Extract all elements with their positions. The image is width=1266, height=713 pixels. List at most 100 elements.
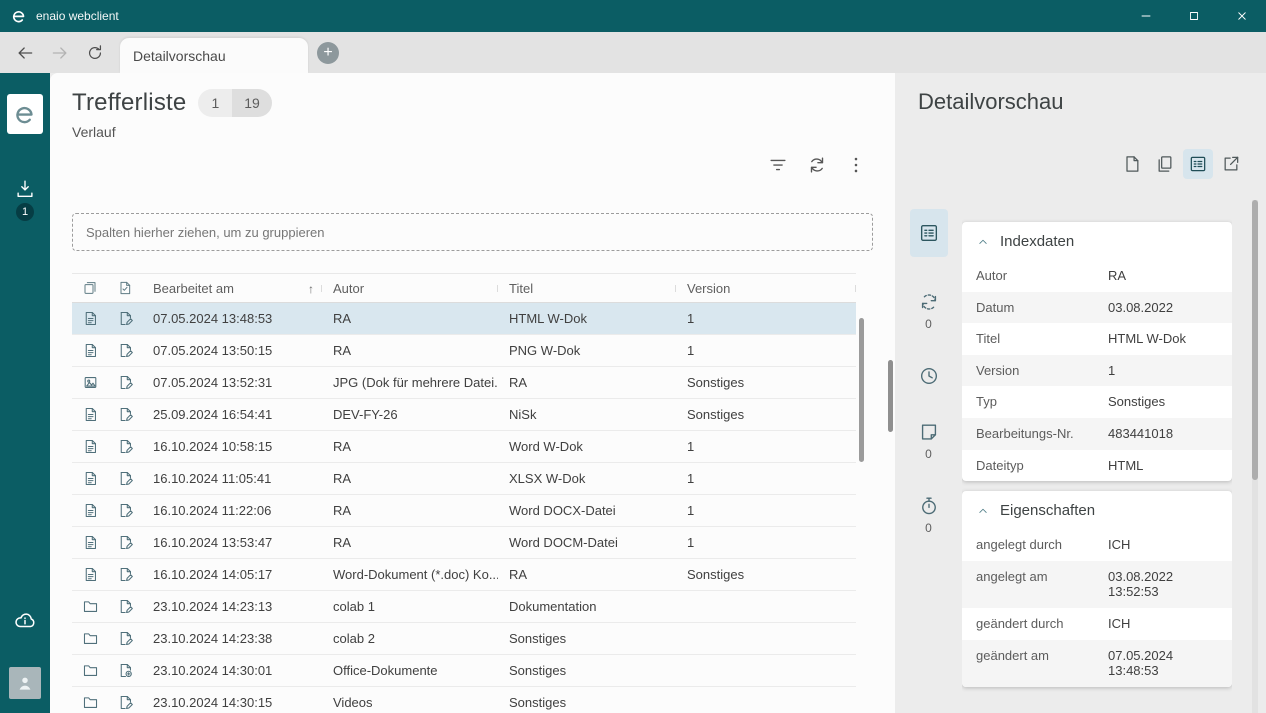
history-icon: [918, 365, 940, 387]
table-scrollbar[interactable]: [859, 318, 864, 462]
column-header-version[interactable]: Version: [676, 281, 856, 296]
minimize-button[interactable]: [1122, 0, 1170, 32]
state-column-icon: [117, 280, 133, 296]
count-current: 1: [198, 89, 232, 117]
preview-tab-page[interactable]: [1117, 149, 1147, 179]
close-icon: [1236, 10, 1248, 22]
more-options-button[interactable]: [845, 154, 867, 176]
strip-item-references[interactable]: 0: [918, 291, 940, 331]
cell-bearbeitet-am: 16.10.2024 14:05:17: [142, 567, 322, 582]
table-row[interactable]: 16.10.2024 14:05:17Word-Dokument (*.doc)…: [72, 559, 856, 591]
property-value: ICH: [1108, 537, 1218, 553]
table-row[interactable]: 07.05.2024 13:48:53RAHTML W-Dok1: [72, 303, 856, 335]
preview-tab-open-external[interactable]: [1216, 149, 1246, 179]
state-column-header[interactable]: [108, 280, 142, 296]
table-header: Bearbeitet am↑ Autor Titel Version: [72, 273, 856, 303]
enaio-home-button[interactable]: [7, 94, 43, 134]
result-count-badge: 1 19: [198, 89, 271, 117]
card-header[interactable]: Eigenschaften: [962, 491, 1232, 529]
cell-autor: Word-Dokument (*.doc) Ko...: [322, 567, 498, 582]
edit-document-icon: [117, 694, 134, 711]
table-row[interactable]: 07.05.2024 13:52:31JPG (Dok für mehrere …: [72, 367, 856, 399]
download-icon: [14, 178, 36, 200]
cell-bearbeitet-am: 07.05.2024 13:48:53: [142, 311, 322, 326]
cell-type: [72, 406, 108, 423]
cell-autor: Videos: [322, 695, 498, 710]
edit-document-icon: [117, 502, 134, 519]
reload-button[interactable]: [85, 43, 105, 63]
property-value: HTML: [1108, 458, 1218, 474]
cell-bearbeitet-am: 16.10.2024 11:05:41: [142, 471, 322, 486]
table-row[interactable]: 23.10.2024 14:30:15VideosSonstiges: [72, 687, 856, 713]
back-arrow-icon: [15, 43, 35, 63]
sync-status-button[interactable]: [13, 609, 37, 633]
preview-tab-detail-list[interactable]: [1183, 149, 1213, 179]
strip-item-form[interactable]: [910, 209, 948, 257]
cell-titel: NiSk: [498, 407, 676, 422]
maximize-button[interactable]: [1170, 0, 1218, 32]
cell-state: [108, 342, 142, 359]
property-label: Dateityp: [976, 458, 1108, 473]
main-scrollbar[interactable]: [888, 360, 893, 432]
detail-cards: IndexdatenAutorRADatum03.08.2022TitelHTM…: [962, 201, 1232, 713]
result-toolbar: [72, 154, 873, 176]
table-row[interactable]: 23.10.2024 14:23:13colab 1Dokumentation: [72, 591, 856, 623]
group-by-dropzone[interactable]: Spalten hierher ziehen, um zu gruppieren: [72, 213, 873, 251]
cell-autor: colab 1: [322, 599, 498, 614]
table-row[interactable]: 25.09.2024 16:54:41DEV-FY-26NiSkSonstige…: [72, 399, 856, 431]
column-header-titel[interactable]: Titel: [498, 281, 676, 296]
add-document-icon: [117, 662, 134, 679]
user-menu-button[interactable]: [9, 667, 41, 699]
edit-document-icon: [117, 630, 134, 647]
detail-list-icon: [1188, 154, 1208, 174]
card-title: Eigenschaften: [1000, 502, 1095, 519]
document-icon: [82, 310, 99, 327]
document-icon: [82, 342, 99, 359]
filter-icon: [767, 154, 789, 176]
cell-state: [108, 470, 142, 487]
cell-titel: RA: [498, 567, 676, 582]
result-list-panel: Trefferliste 1 19 Verlauf Spalten hierhe…: [50, 73, 895, 713]
property-rows: AutorRADatum03.08.2022TitelHTML W-DokVer…: [962, 260, 1232, 481]
image-document-icon: [82, 374, 99, 391]
column-header-autor[interactable]: Autor: [322, 281, 498, 296]
property-label: Version: [976, 363, 1108, 378]
document-icon: [82, 502, 99, 519]
column-header-bearbeitet-am[interactable]: Bearbeitet am↑: [142, 281, 322, 296]
cell-version: 1: [676, 535, 856, 550]
document-icon: [82, 406, 99, 423]
preview-tab-compare-documents[interactable]: [1150, 149, 1180, 179]
minimize-icon: [1140, 10, 1152, 22]
property-value: 07.05.2024 13:48:53: [1108, 648, 1218, 679]
detail-content: 0 0 0 IndexdatenAutorRADatum03.08.2022Tite…: [895, 201, 1266, 713]
type-column-header[interactable]: [72, 280, 108, 296]
table-row[interactable]: 16.10.2024 13:53:47RAWord DOCM-Datei1: [72, 527, 856, 559]
cell-type: [72, 470, 108, 487]
table-row[interactable]: 07.05.2024 13:50:15RAPNG W-Dok1: [72, 335, 856, 367]
table-row[interactable]: 16.10.2024 10:58:15RAWord W-Dok1: [72, 431, 856, 463]
table-row[interactable]: 16.10.2024 11:22:06RAWord DOCX-Datei1: [72, 495, 856, 527]
detail-scrollbar[interactable]: [1252, 200, 1258, 480]
table-row[interactable]: 23.10.2024 14:23:38colab 2Sonstiges: [72, 623, 856, 655]
cell-version: Sonstiges: [676, 407, 856, 422]
strip-item-history[interactable]: [918, 365, 940, 387]
downloads-button[interactable]: 1: [14, 178, 36, 221]
forward-button[interactable]: [50, 43, 70, 63]
cell-titel: PNG W-Dok: [498, 343, 676, 358]
table-row[interactable]: 16.10.2024 11:05:41RAXLSX W-Dok1: [72, 463, 856, 495]
close-button[interactable]: [1218, 0, 1266, 32]
strip-item-timer[interactable]: 0: [918, 495, 940, 535]
refresh-list-button[interactable]: [806, 154, 828, 176]
filter-button[interactable]: [767, 154, 789, 176]
property-label: geändert durch: [976, 616, 1108, 631]
table-row[interactable]: 23.10.2024 14:30:01Office-DokumenteSonst…: [72, 655, 856, 687]
card-header[interactable]: Indexdaten: [962, 222, 1232, 260]
add-tab-button[interactable]: +: [317, 42, 339, 64]
cell-version: 1: [676, 343, 856, 358]
strip-item-note[interactable]: 0: [918, 421, 940, 461]
property-value: 483441018: [1108, 426, 1218, 442]
back-button[interactable]: [15, 43, 35, 63]
property-row: angelegt durchICH: [962, 529, 1232, 561]
count-total: 19: [232, 89, 272, 117]
tab-detailvorschau[interactable]: Detailvorschau: [120, 38, 308, 73]
